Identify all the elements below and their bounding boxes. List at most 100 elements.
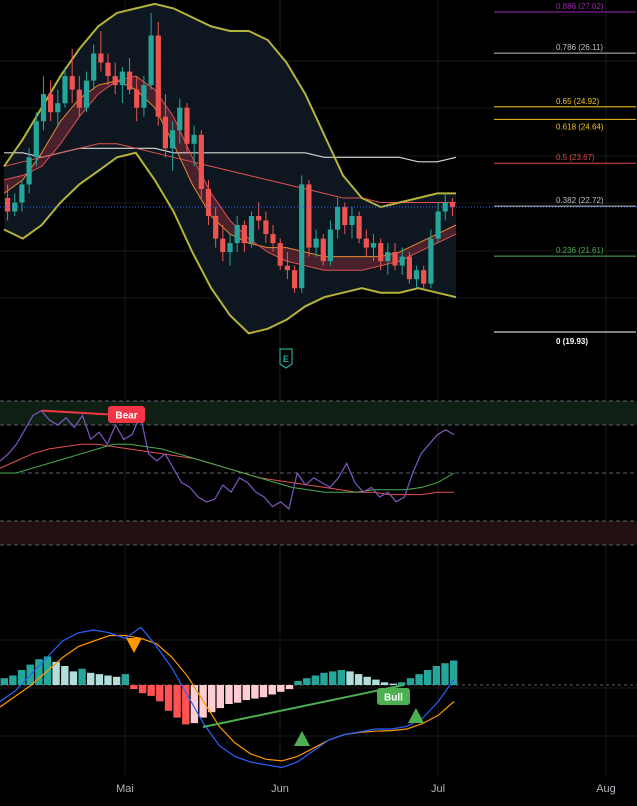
macd-histogram-bar bbox=[320, 672, 328, 685]
candle-body bbox=[363, 238, 369, 248]
macd-histogram-bar bbox=[121, 674, 129, 685]
candle-body bbox=[277, 243, 283, 266]
macd-histogram-bar bbox=[173, 685, 181, 718]
bull-badge: Bull bbox=[377, 688, 410, 705]
candle-body bbox=[406, 256, 412, 280]
macd-histogram-bar bbox=[112, 676, 121, 685]
candle-body bbox=[62, 76, 68, 104]
macd-histogram-bar bbox=[372, 679, 380, 685]
macd-histogram-bar bbox=[354, 674, 363, 685]
macd-histogram-bar bbox=[432, 666, 441, 685]
candle-body bbox=[313, 238, 319, 248]
macd-histogram-bar bbox=[259, 685, 268, 698]
macd-histogram-bar bbox=[450, 660, 458, 685]
candle-body bbox=[241, 225, 247, 244]
candle-body bbox=[162, 116, 168, 149]
candle-body bbox=[220, 238, 226, 253]
macd-histogram-bar bbox=[329, 671, 337, 685]
macd-histogram-bar bbox=[441, 663, 449, 685]
buy-signal-marker bbox=[294, 731, 310, 746]
candle-body bbox=[327, 229, 333, 262]
bull-divergence-line bbox=[202, 684, 405, 728]
macd-histogram-bar bbox=[104, 675, 112, 685]
macd-histogram-bar bbox=[337, 670, 345, 685]
rsi-ma-slow-line bbox=[0, 443, 454, 496]
macd-histogram-bar bbox=[415, 674, 423, 685]
macd-histogram-bar bbox=[251, 685, 259, 699]
macd-histogram-bar bbox=[363, 676, 371, 685]
x-tick-label: Aug bbox=[596, 783, 616, 795]
candle-body bbox=[170, 130, 176, 149]
candle-body bbox=[349, 216, 355, 225]
candle-body bbox=[205, 188, 212, 216]
candle-body bbox=[435, 211, 441, 239]
candle-body bbox=[134, 89, 140, 108]
candle-body bbox=[320, 238, 326, 262]
macd-histogram-bar bbox=[147, 685, 155, 696]
earnings-marker-label: E bbox=[283, 354, 289, 364]
candle-body bbox=[184, 107, 190, 144]
macd-histogram-bar bbox=[406, 678, 415, 685]
candle-body bbox=[392, 252, 398, 266]
candle-body bbox=[413, 270, 420, 280]
x-tick-label: Jun bbox=[271, 783, 289, 795]
macd-histogram-bar bbox=[0, 678, 9, 685]
candle-body bbox=[234, 225, 240, 244]
macd-histogram-bar bbox=[346, 671, 354, 685]
macd-histogram-bar bbox=[242, 685, 250, 700]
candle-body bbox=[370, 243, 377, 248]
candle-body bbox=[26, 157, 32, 185]
candle-body bbox=[55, 103, 61, 113]
candle-body bbox=[256, 216, 262, 221]
fib-label: 0.886 (27.02) bbox=[556, 2, 604, 11]
fib-label: 0 (19.93) bbox=[556, 337, 588, 346]
fib-label: 0.618 (24.64) bbox=[556, 122, 604, 131]
macd-histogram-bar bbox=[95, 674, 104, 685]
macd-histogram-bar bbox=[69, 671, 78, 685]
candle-body bbox=[98, 53, 104, 63]
candle-body bbox=[449, 202, 455, 207]
macd-histogram-bar bbox=[380, 682, 389, 685]
candle-body bbox=[198, 134, 204, 189]
macd-histogram-bar bbox=[424, 670, 432, 685]
macd-histogram-bar bbox=[285, 685, 294, 690]
candle-body bbox=[213, 216, 219, 239]
candle-body bbox=[112, 76, 118, 86]
macd-histogram-bar bbox=[277, 685, 285, 692]
macd-histogram-bar bbox=[61, 666, 69, 685]
candle-body bbox=[141, 85, 147, 108]
fib-label: 0.65 (24.92) bbox=[556, 97, 599, 106]
candle-body bbox=[155, 35, 161, 117]
macd-histogram-bar bbox=[9, 675, 17, 685]
candle-body bbox=[385, 252, 391, 262]
macd-histogram-bar bbox=[303, 678, 311, 685]
candle-body bbox=[148, 35, 154, 86]
macd-histogram-bar bbox=[78, 668, 86, 685]
macd-histogram-bar bbox=[87, 672, 95, 685]
candle-body bbox=[421, 270, 427, 284]
macd-histogram-bar bbox=[233, 685, 242, 703]
macd-histogram-bar bbox=[164, 685, 173, 711]
candle-body bbox=[270, 234, 276, 244]
earnings-marker: E bbox=[279, 348, 293, 369]
candle-body bbox=[91, 53, 97, 81]
bull-badge-label: Bull bbox=[384, 693, 403, 704]
candle-body bbox=[33, 121, 39, 158]
candle-body bbox=[299, 184, 305, 289]
candle-body bbox=[5, 198, 11, 212]
rsi-oversold-zone bbox=[0, 521, 637, 545]
macd-histogram-bar bbox=[138, 685, 147, 694]
macd-histogram-bar bbox=[294, 680, 302, 685]
candle-body bbox=[127, 71, 133, 90]
x-tick-label: Mai bbox=[116, 783, 134, 795]
candle-body bbox=[399, 256, 405, 266]
macd-panel: Bull bbox=[0, 626, 637, 769]
macd-histogram-bar bbox=[268, 685, 276, 695]
fib-label: 0.236 (21.61) bbox=[556, 246, 604, 255]
macd-histogram-bar bbox=[182, 685, 190, 725]
fib-label: 0.786 (26.11) bbox=[556, 43, 603, 52]
candle-body bbox=[342, 207, 348, 226]
x-axis: Mai Jun Jul Aug bbox=[116, 783, 616, 795]
candle-body bbox=[248, 216, 255, 244]
x-tick-label: Jul bbox=[431, 783, 445, 795]
